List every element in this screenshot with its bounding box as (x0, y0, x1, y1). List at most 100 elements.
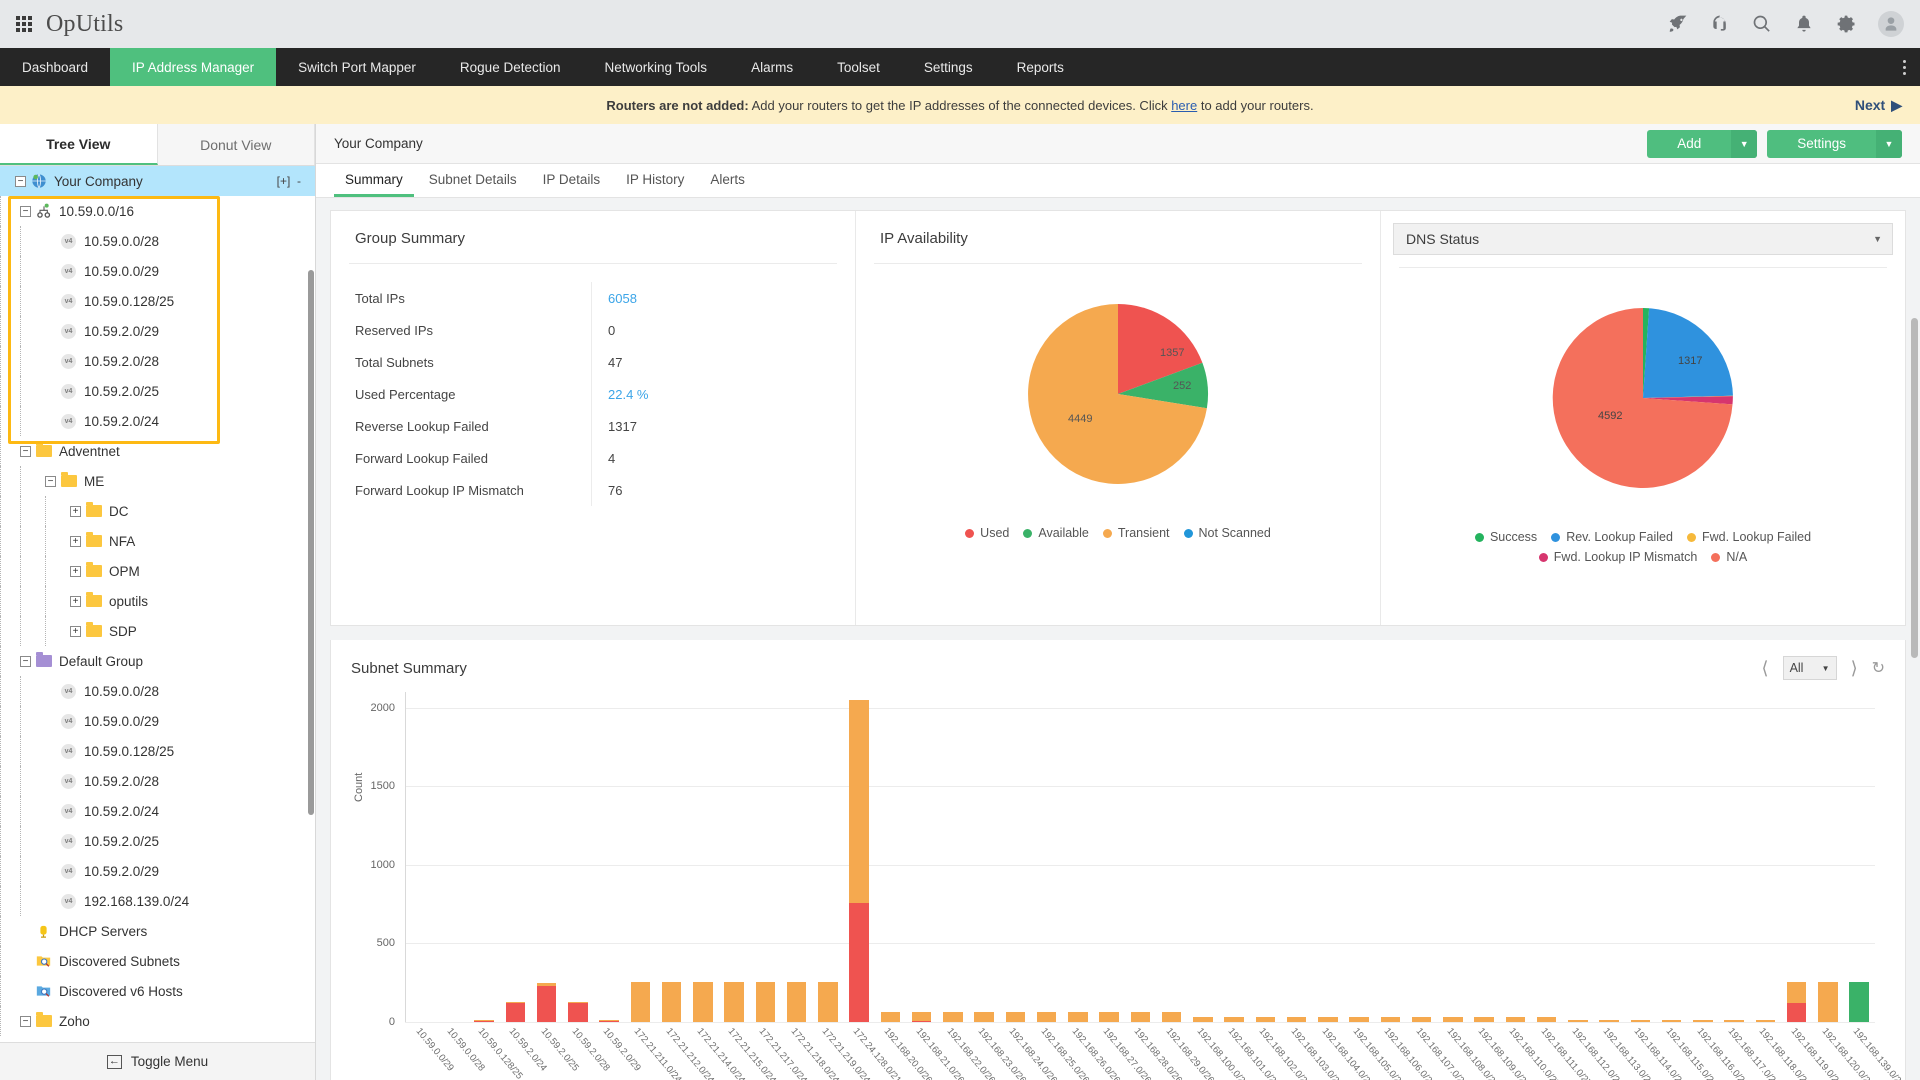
headset-icon[interactable] (1710, 14, 1730, 34)
tree-node[interactable]: v410.59.0.0/28 (0, 676, 315, 706)
bar-segment-transient[interactable] (912, 1012, 931, 1021)
bar-segment-transient[interactable] (787, 982, 806, 1022)
tree-toggle[interactable]: + (70, 626, 81, 637)
tab-ip-history[interactable]: IP History (615, 164, 695, 197)
tree-node[interactable]: −Zoho (0, 1006, 315, 1036)
bar-segment-transient[interactable] (693, 982, 712, 1022)
tree-node[interactable]: v410.59.0.0/29 (0, 256, 315, 286)
bar-column[interactable] (531, 692, 562, 1022)
bar-column[interactable] (906, 692, 937, 1022)
bar-segment-used[interactable] (537, 986, 556, 1022)
bar-column[interactable] (1500, 692, 1531, 1022)
bar-segment-transient[interactable] (818, 982, 837, 1022)
bar-column[interactable] (1469, 692, 1500, 1022)
bar-segment-transient[interactable] (1224, 1017, 1243, 1022)
tree-node[interactable]: −Default Group (0, 646, 315, 676)
bar-segment-transient[interactable] (1693, 1020, 1712, 1022)
nav-item-dashboard[interactable]: Dashboard (0, 48, 110, 86)
bar-segment-transient[interactable] (849, 700, 868, 903)
bar-segment-transient[interactable] (1756, 1020, 1775, 1022)
tree-node[interactable]: +NFA (0, 526, 315, 556)
bar-column[interactable] (875, 692, 906, 1022)
bar-column[interactable] (1781, 692, 1812, 1022)
bar-column[interactable] (1094, 692, 1125, 1022)
bar-segment-transient[interactable] (756, 982, 775, 1022)
bar-column[interactable] (1250, 692, 1281, 1022)
bar-segment-transient[interactable] (1037, 1012, 1056, 1022)
tree-node[interactable]: v410.59.2.0/29 (0, 316, 315, 346)
rocket-icon[interactable] (1668, 14, 1688, 34)
tree-toggle[interactable]: + (70, 566, 81, 577)
tree-node[interactable]: Discovered v6 Hosts (0, 976, 315, 1006)
tree-toggle[interactable]: − (45, 476, 56, 487)
bar-column[interactable] (1406, 692, 1437, 1022)
bar-segment-used[interactable] (599, 1021, 618, 1022)
tree-node[interactable]: −10.59.0.0/16 (0, 196, 315, 226)
bar-segment-transient[interactable] (1787, 982, 1806, 1003)
bar-column[interactable] (500, 692, 531, 1022)
bar-column[interactable] (750, 692, 781, 1022)
tree-node[interactable]: v410.59.0.0/29 (0, 706, 315, 736)
nav-item-rogue-detection[interactable]: Rogue Detection (438, 48, 583, 86)
add-button[interactable]: Add ▼ (1647, 130, 1757, 158)
bar-column[interactable] (406, 692, 437, 1022)
bar-segment-transient[interactable] (1443, 1017, 1462, 1022)
toggle-menu-button[interactable]: ← Toggle Menu (0, 1042, 315, 1080)
tree-node[interactable]: +DC (0, 496, 315, 526)
bar-segment-transient[interactable] (1193, 1017, 1212, 1022)
tree-toggle[interactable]: + (70, 596, 81, 607)
tree-node[interactable]: +oputils (0, 586, 315, 616)
bar-segment-transient[interactable] (881, 1012, 900, 1022)
tab-donut-view[interactable]: Donut View (158, 124, 316, 165)
bar-segment-transient[interactable] (1599, 1020, 1618, 1022)
nav-item-settings[interactable]: Settings (902, 48, 995, 86)
tree-node[interactable]: v410.59.2.0/24 (0, 406, 315, 436)
bar-segment-transient[interactable] (1412, 1017, 1431, 1022)
tree-node[interactable]: −Adventnet (0, 436, 315, 466)
tree-node[interactable]: −ME (0, 466, 315, 496)
tree-toggle[interactable]: − (20, 206, 31, 217)
bar-segment-transient[interactable] (1349, 1017, 1368, 1022)
bar-column[interactable] (781, 692, 812, 1022)
tab-alerts[interactable]: Alerts (699, 164, 756, 197)
legend-item[interactable]: Transient (1103, 526, 1170, 540)
bar-segment-transient[interactable] (1506, 1017, 1525, 1022)
settings-dropdown-caret-icon[interactable]: ▼ (1876, 130, 1902, 158)
bar-segment-transient[interactable] (1631, 1020, 1650, 1022)
apps-grid-icon[interactable] (16, 16, 32, 32)
legend-item[interactable]: N/A (1711, 550, 1747, 564)
group-summary-value[interactable]: 6058 (608, 282, 855, 314)
tree-toggle[interactable]: − (20, 656, 31, 667)
bar-segment-transient[interactable] (1256, 1017, 1275, 1022)
sidebar-scrollbar[interactable] (308, 208, 314, 1004)
bar-segment-transient[interactable] (1006, 1012, 1025, 1022)
tree-node[interactable]: v410.59.2.0/28 (0, 346, 315, 376)
bar-column[interactable] (1531, 692, 1562, 1022)
bar-column[interactable] (1812, 692, 1843, 1022)
tab-ip-details[interactable]: IP Details (532, 164, 612, 197)
bar-column[interactable] (656, 692, 687, 1022)
bar-column[interactable] (1031, 692, 1062, 1022)
tree-node[interactable]: v410.59.2.0/24 (0, 796, 315, 826)
banner-here-link[interactable]: here (1171, 98, 1197, 113)
bar-segment-transient[interactable] (1662, 1020, 1681, 1022)
bar-column[interactable] (1594, 692, 1625, 1022)
tree-toggle[interactable]: + (70, 506, 81, 517)
bar-segment-used[interactable] (849, 903, 868, 1022)
bar-column[interactable] (1719, 692, 1750, 1022)
bar-segment-transient[interactable] (1318, 1017, 1337, 1022)
tree-node[interactable]: +OPM (0, 556, 315, 586)
bar-segment-transient[interactable] (1537, 1017, 1556, 1022)
add-dropdown-caret-icon[interactable]: ▼ (1731, 130, 1757, 158)
bar-column[interactable] (1656, 692, 1687, 1022)
nav-item-toolset[interactable]: Toolset (815, 48, 902, 86)
main-scrollbar[interactable] (1911, 318, 1918, 658)
tree-node[interactable]: DHCP Servers (0, 916, 315, 946)
bar-column[interactable] (1844, 692, 1875, 1022)
bar-column[interactable] (1562, 692, 1593, 1022)
tree-node[interactable]: v410.59.2.0/29 (0, 856, 315, 886)
bar-segment-transient[interactable] (974, 1012, 993, 1022)
settings-button[interactable]: Settings ▼ (1767, 130, 1902, 158)
bar-column[interactable] (1344, 692, 1375, 1022)
bar-column[interactable] (1625, 692, 1656, 1022)
